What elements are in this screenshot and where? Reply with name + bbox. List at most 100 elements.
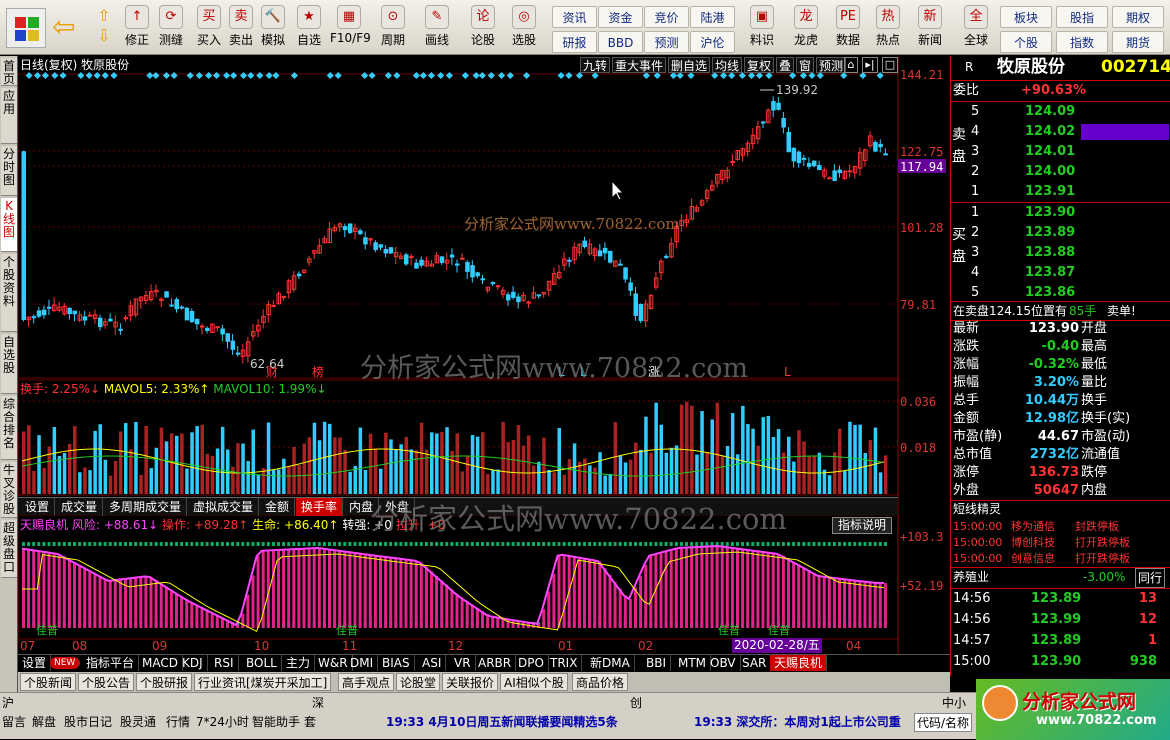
toolbar-button-b5[interactable]: 全全球: [956, 3, 996, 53]
chart-button-6[interactable]: 窗: [796, 57, 815, 73]
indicator-tab-16[interactable]: 新DMA: [586, 655, 635, 671]
indicator-tab-10[interactable]: BIAS: [378, 655, 415, 671]
quick-link-0[interactable]: 资讯: [552, 6, 597, 28]
indicator-tab-20[interactable]: SAR: [738, 655, 772, 671]
news-tab-2[interactable]: 个股研报: [136, 673, 193, 691]
indicator-tab-6[interactable]: BOLL: [242, 655, 282, 671]
indicator-tab-9[interactable]: DMI: [346, 655, 379, 671]
status-button-5[interactable]: 7*24小时: [196, 713, 249, 730]
chart-button-1[interactable]: 重大事件: [612, 57, 667, 73]
indicator-tab-19[interactable]: OBV: [706, 655, 741, 671]
toolbar-button-b2[interactable]: PE 数据: [828, 3, 868, 53]
quick-link-1[interactable]: 资金: [598, 6, 643, 28]
indicator-tab-15[interactable]: TRIX: [546, 655, 583, 671]
quick-link-5[interactable]: BBD: [598, 31, 643, 53]
news-tab-0[interactable]: 个股新闻: [20, 673, 77, 691]
indicator-tab-11[interactable]: ASI: [418, 655, 447, 671]
chart-button-0[interactable]: 九转: [580, 57, 611, 73]
market-link-3[interactable]: 个股: [1000, 31, 1052, 53]
left-tab-3[interactable]: K线图: [1, 198, 17, 252]
toolbar-button-b3[interactable]: 热热点: [868, 3, 908, 53]
volume-subtab-2[interactable]: 多周期成交量: [104, 498, 188, 516]
toolbar-button-10[interactable]: ◎ 选股: [505, 3, 543, 53]
left-tab-7[interactable]: 牛叉诊股: [1, 462, 17, 518]
volume-subtab-3[interactable]: 虚拟成交量: [188, 498, 260, 516]
indicator-tab-0[interactable]: 设置: [18, 655, 52, 671]
toolbar-button-8[interactable]: ✎ 画线: [418, 3, 456, 53]
status-button-4[interactable]: 行情: [166, 713, 190, 730]
indicator-tab-2[interactable]: 指标平台: [82, 655, 140, 671]
status-button-0[interactable]: 留言: [2, 713, 26, 730]
market-link-2[interactable]: 期权: [1112, 6, 1164, 28]
market-link-5[interactable]: 期货: [1112, 31, 1164, 53]
indicator-tab-3[interactable]: MACD: [138, 655, 183, 671]
volume-subtab-4[interactable]: 金额: [260, 498, 296, 516]
news-ticker-2[interactable]: 19:33 深交所：本周对1起上市公司重: [694, 713, 901, 730]
market-index-label[interactable]: 中小: [942, 694, 966, 711]
volume-subtab-5[interactable]: 换手率: [296, 498, 344, 516]
left-tab-1[interactable]: 应用: [1, 88, 17, 144]
toolbar-button-7[interactable]: ⊙ 周期: [374, 3, 412, 53]
toolbar-button-5[interactable]: ★ 自选: [290, 3, 328, 53]
status-button-7[interactable]: 套: [304, 713, 316, 730]
indicator-tab-13[interactable]: ARBR: [474, 655, 517, 671]
status-button-6[interactable]: 智能助手: [252, 713, 300, 730]
indicator-tab-1[interactable]: NEW: [50, 657, 81, 669]
toolbar-button-b1[interactable]: 龙龙虎: [786, 3, 826, 53]
indicator-tab-4[interactable]: KDJ: [178, 655, 208, 671]
toolbar-button-4[interactable]: 🔨 模拟: [254, 3, 292, 53]
event-marker[interactable]: 财: [266, 365, 278, 379]
status-button-3[interactable]: 股灵通: [120, 713, 156, 730]
left-tab-2[interactable]: 分时图: [1, 146, 17, 196]
code-search-tab[interactable]: 代码/名称: [914, 713, 973, 732]
chart-button-3[interactable]: 均线: [712, 57, 743, 73]
lock-icon[interactable]: ⌂: [844, 57, 858, 73]
market-link-1[interactable]: 股指: [1056, 6, 1108, 28]
market-index-label[interactable]: 创: [630, 694, 642, 711]
quick-link-7[interactable]: 沪伦: [690, 31, 735, 53]
toolbar-button-b4[interactable]: 新新闻: [910, 3, 950, 53]
quick-link-3[interactable]: 陆港: [690, 6, 735, 28]
back-arrow-icon[interactable]: ⇦: [52, 12, 82, 42]
toolbar-button-6[interactable]: ▦ F10/F9: [330, 3, 371, 53]
toolbar-button-9[interactable]: 论论股: [464, 3, 502, 53]
indicator-tab-17[interactable]: BBI: [642, 655, 672, 671]
market-index-label[interactable]: 沪: [2, 694, 14, 711]
quick-link-6[interactable]: 预测: [644, 31, 689, 53]
status-button-1[interactable]: 解盘: [32, 713, 56, 730]
market-link-0[interactable]: 板块: [1000, 6, 1052, 28]
left-tab-4[interactable]: 个股资料: [1, 254, 17, 332]
indicator-tab-12[interactable]: VR: [450, 655, 476, 671]
chart-button-4[interactable]: 复权: [744, 57, 775, 73]
indicator-tab-21[interactable]: 天赐良机: [770, 655, 828, 671]
left-tab-8[interactable]: 超级盘口: [1, 520, 17, 578]
news-tab-6[interactable]: 关联报价: [442, 673, 499, 691]
left-tab-5[interactable]: 自选股: [1, 334, 17, 394]
quick-link-2[interactable]: 竞价: [644, 6, 689, 28]
toolbar-button-b0[interactable]: ▣ 料识: [742, 3, 782, 53]
news-tab-1[interactable]: 个股公告: [78, 673, 135, 691]
quick-link-4[interactable]: 研报: [552, 31, 597, 53]
expand-icon[interactable]: □: [882, 57, 898, 73]
chart-button-5[interactable]: 叠: [776, 57, 795, 73]
toolbar-button-0[interactable]: ↑ 修正: [118, 3, 156, 53]
indicator-tab-5[interactable]: RSI: [210, 655, 239, 671]
indicator-help-button[interactable]: 指标说明: [832, 517, 892, 534]
news-tab-4[interactable]: 高手观点: [338, 673, 395, 691]
market-index-label[interactable]: 深: [312, 694, 324, 711]
volume-subtab-0[interactable]: 设置: [20, 498, 56, 516]
left-tab-0[interactable]: 首页: [1, 58, 17, 86]
event-marker[interactable]: L: [784, 365, 791, 379]
indicator-tab-14[interactable]: DPO: [514, 655, 549, 671]
news-tab-5[interactable]: 论股堂: [396, 673, 441, 691]
toolbar-button-1[interactable]: ⟳ 测缝: [152, 3, 190, 53]
news-tab-7[interactable]: AI相似个股: [500, 673, 568, 691]
volume-subtab-1[interactable]: 成交量: [56, 498, 104, 516]
chart-button-2[interactable]: 删自选: [668, 57, 711, 73]
left-tab-6[interactable]: 综合排名: [1, 396, 17, 460]
event-marker[interactable]: 榜: [312, 364, 324, 379]
up-down-arrows-icon[interactable]: ⇧ ⇩: [94, 6, 114, 50]
news-ticker-1[interactable]: 19:33 4月10日周五新闻联播要闻精选5条: [386, 713, 618, 730]
status-button-2[interactable]: 股市日记: [64, 713, 112, 730]
market-link-4[interactable]: 指数: [1056, 31, 1108, 53]
